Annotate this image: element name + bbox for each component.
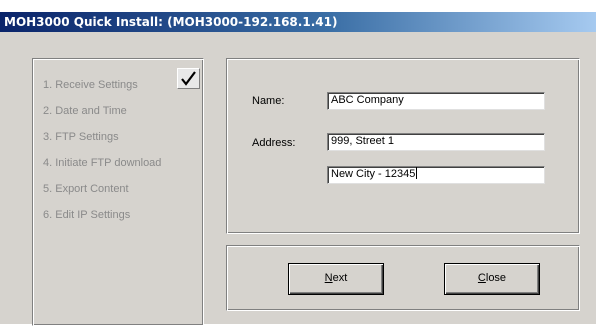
buttons-panel: Next Close (226, 245, 580, 311)
next-label-rest: ext (332, 272, 348, 284)
address-line2-text: New City - 12345 (331, 168, 416, 180)
steps-panel: 1. Receive Settings 2. Date and Time 3. … (32, 58, 204, 326)
step-export-content: 5. Export Content (43, 183, 129, 195)
step-date-and-time: 2. Date and Time (43, 105, 127, 117)
step-edit-ip-settings: 6. Edit IP Settings (43, 209, 131, 221)
address-line2-field[interactable]: New City - 12345 (327, 166, 545, 184)
step-receive-settings: 1. Receive Settings (43, 79, 138, 91)
checkmark-icon (177, 68, 200, 89)
name-field[interactable]: ABC Company (327, 92, 545, 110)
name-label: Name: (252, 95, 285, 107)
address-label: Address: (252, 137, 296, 149)
window-title: MOH3000 Quick Install: (MOH3000-192.168.… (0, 12, 596, 32)
contact-form-panel: Name: ABC Company Address: 999, Street 1… (226, 58, 580, 234)
text-caret (416, 167, 418, 179)
step-ftp-settings: 3. FTP Settings (43, 131, 119, 143)
close-button[interactable]: Close (444, 263, 540, 295)
close-mnemonic: C (477, 272, 486, 284)
step-initiate-ftp-download: 4. Initiate FTP download (43, 157, 162, 169)
next-mnemonic: N (324, 272, 333, 284)
address-line1-field[interactable]: 999, Street 1 (327, 133, 545, 151)
next-button[interactable]: Next (288, 263, 384, 295)
close-label-rest: lose (485, 272, 507, 284)
quick-install-window: MOH3000 Quick Install: (MOH3000-192.168.… (0, 12, 596, 326)
